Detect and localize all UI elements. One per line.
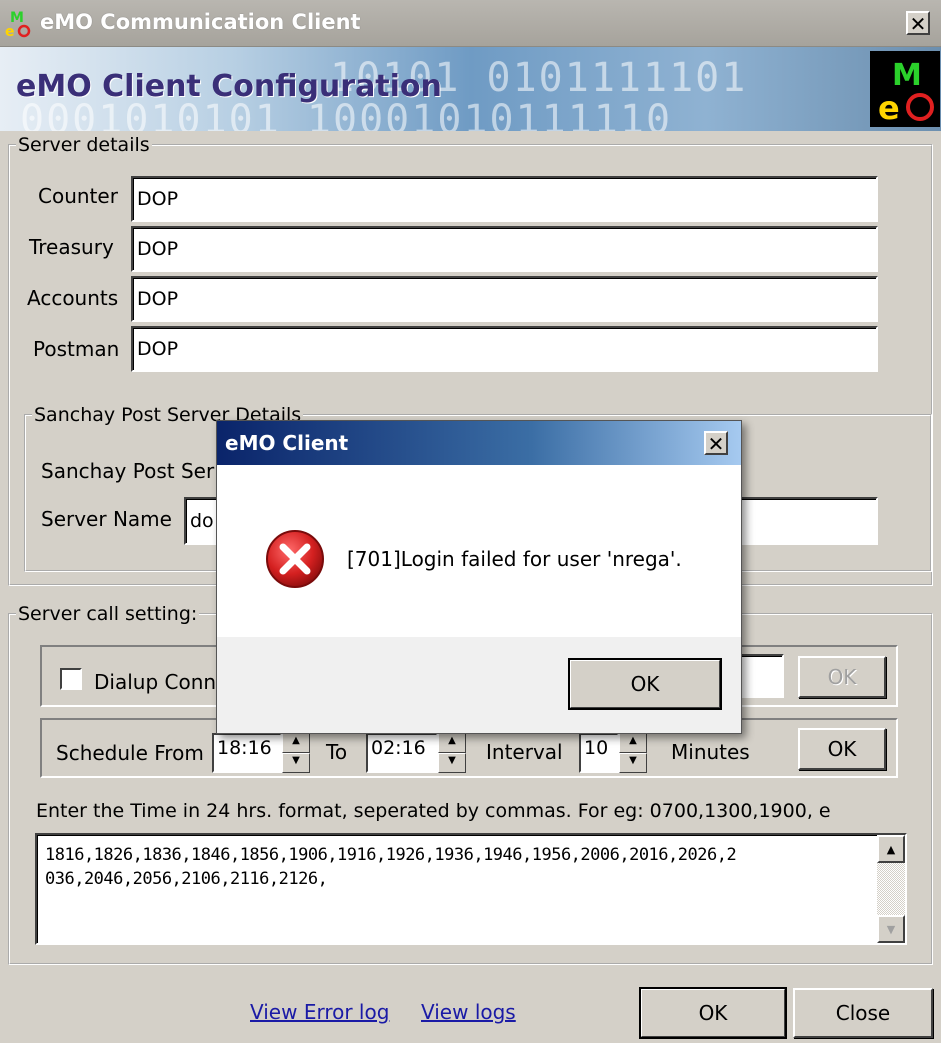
close-icon: ✕	[707, 432, 725, 456]
spin-up-icon[interactable]: ▲	[282, 733, 310, 753]
schedule-from-label: Schedule From	[56, 741, 204, 765]
accounts-field[interactable]: DOP	[131, 276, 878, 322]
textarea-scrollbar[interactable]: ▲ ▼	[877, 835, 905, 943]
error-dialog-body: [701]Login failed for user 'nrega'.	[217, 465, 741, 637]
sanchay-post-server-label: Sanchay Post Ser	[41, 459, 215, 483]
error-dialog-close-button[interactable]: ✕	[704, 431, 728, 455]
close-icon: ✕	[909, 12, 927, 36]
banner-heading: eMO Client Configuration	[16, 69, 442, 104]
dialup-ok-button[interactable]: OK	[798, 656, 886, 698]
to-time-input[interactable]: 02:16	[366, 733, 438, 773]
to-label: To	[326, 740, 348, 764]
from-time-input[interactable]: 18:16	[212, 733, 282, 773]
postman-label: Postman	[33, 337, 120, 361]
scroll-down-icon[interactable]: ▼	[877, 915, 905, 943]
interval-label: Interval	[486, 740, 563, 764]
footer-close-button[interactable]: Close	[793, 988, 933, 1038]
minutes-label: Minutes	[671, 740, 750, 764]
title-bar: M e eMO Communication Client ✕	[0, 0, 941, 47]
window-title: eMO Communication Client	[40, 10, 361, 34]
schedule-times-line-1: 1816,1826,1836,1846,1856,1906,1916,1926,…	[45, 845, 737, 865]
spin-down-icon[interactable]: ▼	[282, 753, 310, 773]
spin-up-icon[interactable]: ▲	[619, 733, 647, 753]
treasury-field[interactable]: DOP	[131, 226, 878, 272]
view-logs-link[interactable]: View logs	[421, 1000, 516, 1024]
svg-text:M: M	[892, 58, 922, 93]
schedule-times-textarea[interactable]: 1816,1826,1836,1846,1856,1906,1916,1926,…	[35, 833, 907, 945]
spin-down-icon[interactable]: ▼	[438, 753, 466, 773]
server-call-legend: Server call setting:	[18, 603, 198, 625]
error-message: [701]Login failed for user 'nrega'.	[347, 547, 682, 571]
spin-down-icon[interactable]: ▼	[619, 753, 647, 773]
schedule-times-line-2: 036,2046,2056,2106,2116,2126,	[45, 869, 328, 889]
footer-ok-button[interactable]: OK	[639, 987, 787, 1039]
config-banner: 10101 0101111101 0001010101 100010101111…	[0, 47, 941, 131]
scroll-up-icon[interactable]: ▲	[877, 835, 905, 863]
counter-field[interactable]: DOP	[131, 176, 878, 222]
counter-label: Counter	[38, 184, 118, 208]
spin-up-icon[interactable]: ▲	[438, 733, 466, 753]
view-error-log-link[interactable]: View Error log	[250, 1000, 389, 1024]
banner-logo-icon: M e	[870, 51, 940, 127]
error-dialog-title-bar: eMO Client ✕	[217, 421, 741, 465]
server-details-legend: Server details	[18, 134, 150, 156]
to-time-spinner[interactable]: ▲ ▼	[438, 733, 466, 773]
app-logo-icon: M e	[4, 8, 32, 40]
interval-spinner[interactable]: ▲ ▼	[619, 733, 647, 773]
dialup-label: Dialup Conn	[94, 670, 217, 694]
svg-text:e: e	[878, 89, 900, 127]
window-close-button[interactable]: ✕	[906, 11, 930, 35]
schedule-ok-button[interactable]: OK	[798, 728, 886, 770]
treasury-label: Treasury	[29, 235, 114, 259]
from-time-spinner[interactable]: ▲ ▼	[282, 733, 310, 773]
server-name-label: Server Name	[41, 507, 172, 531]
error-dialog-title: eMO Client	[225, 431, 349, 455]
accounts-label: Accounts	[27, 286, 119, 310]
error-dialog-ok-button[interactable]: OK	[568, 658, 722, 710]
postman-field[interactable]: DOP	[131, 326, 878, 372]
dialup-checkbox[interactable]	[60, 668, 82, 690]
time-format-hint: Enter the Time in 24 hrs. format, sepera…	[36, 800, 831, 822]
error-icon	[263, 527, 327, 591]
interval-input[interactable]: 10	[579, 733, 619, 773]
scroll-track[interactable]	[877, 863, 905, 915]
svg-text:e: e	[5, 24, 15, 38]
error-dialog: eMO Client ✕ [701]Login failed for user …	[216, 420, 742, 734]
